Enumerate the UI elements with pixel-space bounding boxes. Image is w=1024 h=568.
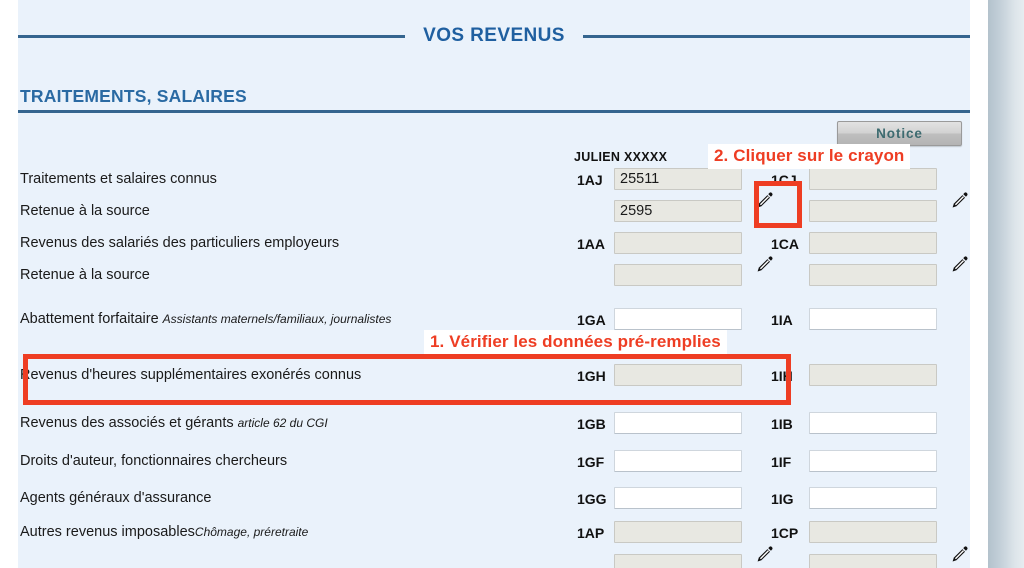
field-code-right: 1CA	[771, 236, 800, 252]
annotation-step-1: 1. Vérifier les données pré-remplies	[424, 330, 727, 355]
field-code-right: 1IB	[771, 416, 793, 432]
section-divider	[18, 110, 970, 113]
amount-input-left[interactable]	[614, 554, 742, 568]
page-title: VOS REVENUS	[423, 25, 565, 46]
field-code-left: 1GG	[577, 491, 607, 507]
amount-input-right[interactable]	[809, 168, 937, 190]
row-label: Revenus des salariés des particuliers em…	[20, 235, 339, 251]
page-right-margin	[970, 0, 988, 568]
field-code-right: 1IG	[771, 491, 794, 507]
amount-value-left: 25511	[620, 171, 660, 187]
field-code-left: 1AJ	[577, 172, 603, 188]
table-row: Agents généraux d'assurance 1GG 1IG	[18, 487, 970, 513]
field-code-left: 1AA	[577, 236, 606, 252]
field-code-right: 1CP	[771, 525, 799, 541]
amount-input-right[interactable]	[809, 264, 937, 286]
amount-input-left[interactable]	[614, 450, 742, 472]
table-row: Autres revenus imposablesChômage, préret…	[18, 521, 970, 547]
field-code-left: 1AP	[577, 525, 605, 541]
table-row: Retenue à la source	[18, 256, 970, 290]
row-label-main: Droits d'auteur, fonctionnaires chercheu…	[20, 453, 288, 469]
amount-input-right[interactable]	[809, 554, 937, 568]
amount-input-left[interactable]	[614, 521, 742, 543]
row-label-note: Chômage, préretraite	[194, 525, 309, 539]
row-label: Agents généraux d'assurance	[20, 490, 211, 506]
row-label-main: Revenus des associés et gérants	[20, 415, 238, 431]
row-label-main: Revenus d'heures supplémentaires exonéré…	[20, 367, 362, 383]
pencil-icon[interactable]	[950, 254, 970, 274]
row-label-note: article 62 du CGI	[237, 416, 328, 430]
field-code-right: 1CJ	[771, 172, 797, 188]
amount-input-left[interactable]	[614, 232, 742, 254]
amount-input-right[interactable]	[809, 364, 937, 386]
row-label-main: Traitements et salaires connus	[20, 171, 217, 187]
annotation-step-2: 2. Cliquer sur le crayon	[708, 144, 911, 169]
field-code-left: 1GF	[577, 454, 605, 470]
amount-input-right[interactable]	[809, 487, 937, 509]
row-label: Abattement forfaitaire Assistants matern…	[20, 311, 391, 327]
pencil-icon[interactable]	[755, 190, 775, 210]
amount-input-right[interactable]	[809, 521, 937, 543]
section-title-traitements-salaires: TRAITEMENTS, SALAIRES	[20, 86, 247, 106]
pencil-icon[interactable]	[950, 544, 970, 564]
row-label: Retenue à la source	[20, 267, 150, 283]
table-row: Revenus des associés et gérants article …	[18, 412, 970, 438]
amount-input-right[interactable]	[809, 450, 937, 472]
declarant-name: JULIEN XXXXX	[574, 150, 668, 164]
amount-input-left[interactable]	[614, 264, 742, 286]
vos-revenus-banner: VOS REVENUS	[18, 20, 970, 52]
amount-input-left[interactable]	[614, 487, 742, 509]
pencil-icon[interactable]	[755, 254, 775, 274]
row-label-note: Assistants maternels/familiaux, journali…	[162, 312, 392, 326]
amount-input-right[interactable]	[809, 308, 937, 330]
amount-input-right[interactable]	[809, 232, 937, 254]
amount-input-right[interactable]	[809, 200, 937, 222]
row-label-main: Retenue à la source	[20, 203, 150, 219]
page-edge-gradient	[988, 0, 1024, 568]
amount-input-left[interactable]	[614, 308, 742, 330]
amount-value-left: 2595	[620, 203, 653, 219]
table-row: Retenue à la source 2595	[18, 192, 970, 226]
field-code-left: 1GA	[577, 312, 606, 328]
row-label: Droits d'auteur, fonctionnaires chercheu…	[20, 453, 287, 469]
amount-input-left[interactable]	[614, 364, 742, 386]
row-label-main: Retenue à la source	[20, 267, 150, 283]
field-code-left: 1GH	[577, 368, 606, 384]
pencil-icon[interactable]	[950, 190, 970, 210]
row-label-main: Agents généraux d'assurance	[20, 490, 212, 506]
row-label: Revenus d'heures supplémentaires exonéré…	[20, 367, 361, 383]
banner-rule-left	[18, 34, 406, 38]
row-label: Traitements et salaires connus	[20, 171, 217, 187]
pencil-icon[interactable]	[755, 544, 775, 564]
table-row	[18, 546, 970, 568]
field-code-right: 1IA	[771, 312, 793, 328]
table-row: Traitements et salaires connus 1AJ 1CJ 2551…	[18, 168, 970, 194]
declaration-form-sheet: VOS REVENUS TRAITEMENTS, SALAIRES Notice…	[18, 0, 970, 568]
amount-input-left[interactable]: 25511	[614, 168, 742, 190]
row-label-main: Abattement forfaitaire	[20, 311, 163, 327]
field-code-right: 1IF	[771, 454, 792, 470]
field-code-left: 1GB	[577, 416, 606, 432]
field-code-right: 1IH	[771, 368, 793, 384]
table-row: Revenus d'heures supplémentaires exonéré…	[18, 364, 970, 390]
amount-input-left[interactable]	[614, 412, 742, 434]
notice-button[interactable]: Notice	[837, 121, 962, 146]
amount-input-left[interactable]: 2595	[614, 200, 742, 222]
row-label-main: Revenus des salariés des particuliers em…	[20, 235, 340, 251]
row-label: Revenus des associés et gérants article …	[20, 415, 328, 431]
row-label-main: Autres revenus imposables	[20, 524, 195, 540]
table-row: Revenus des salariés des particuliers em…	[18, 232, 970, 258]
banner-rule-right	[582, 34, 970, 38]
amount-input-right[interactable]	[809, 412, 937, 434]
row-label: Autres revenus imposablesChômage, préret…	[20, 524, 308, 540]
table-row: Droits d'auteur, fonctionnaires chercheu…	[18, 450, 970, 476]
row-label: Retenue à la source	[20, 203, 150, 219]
